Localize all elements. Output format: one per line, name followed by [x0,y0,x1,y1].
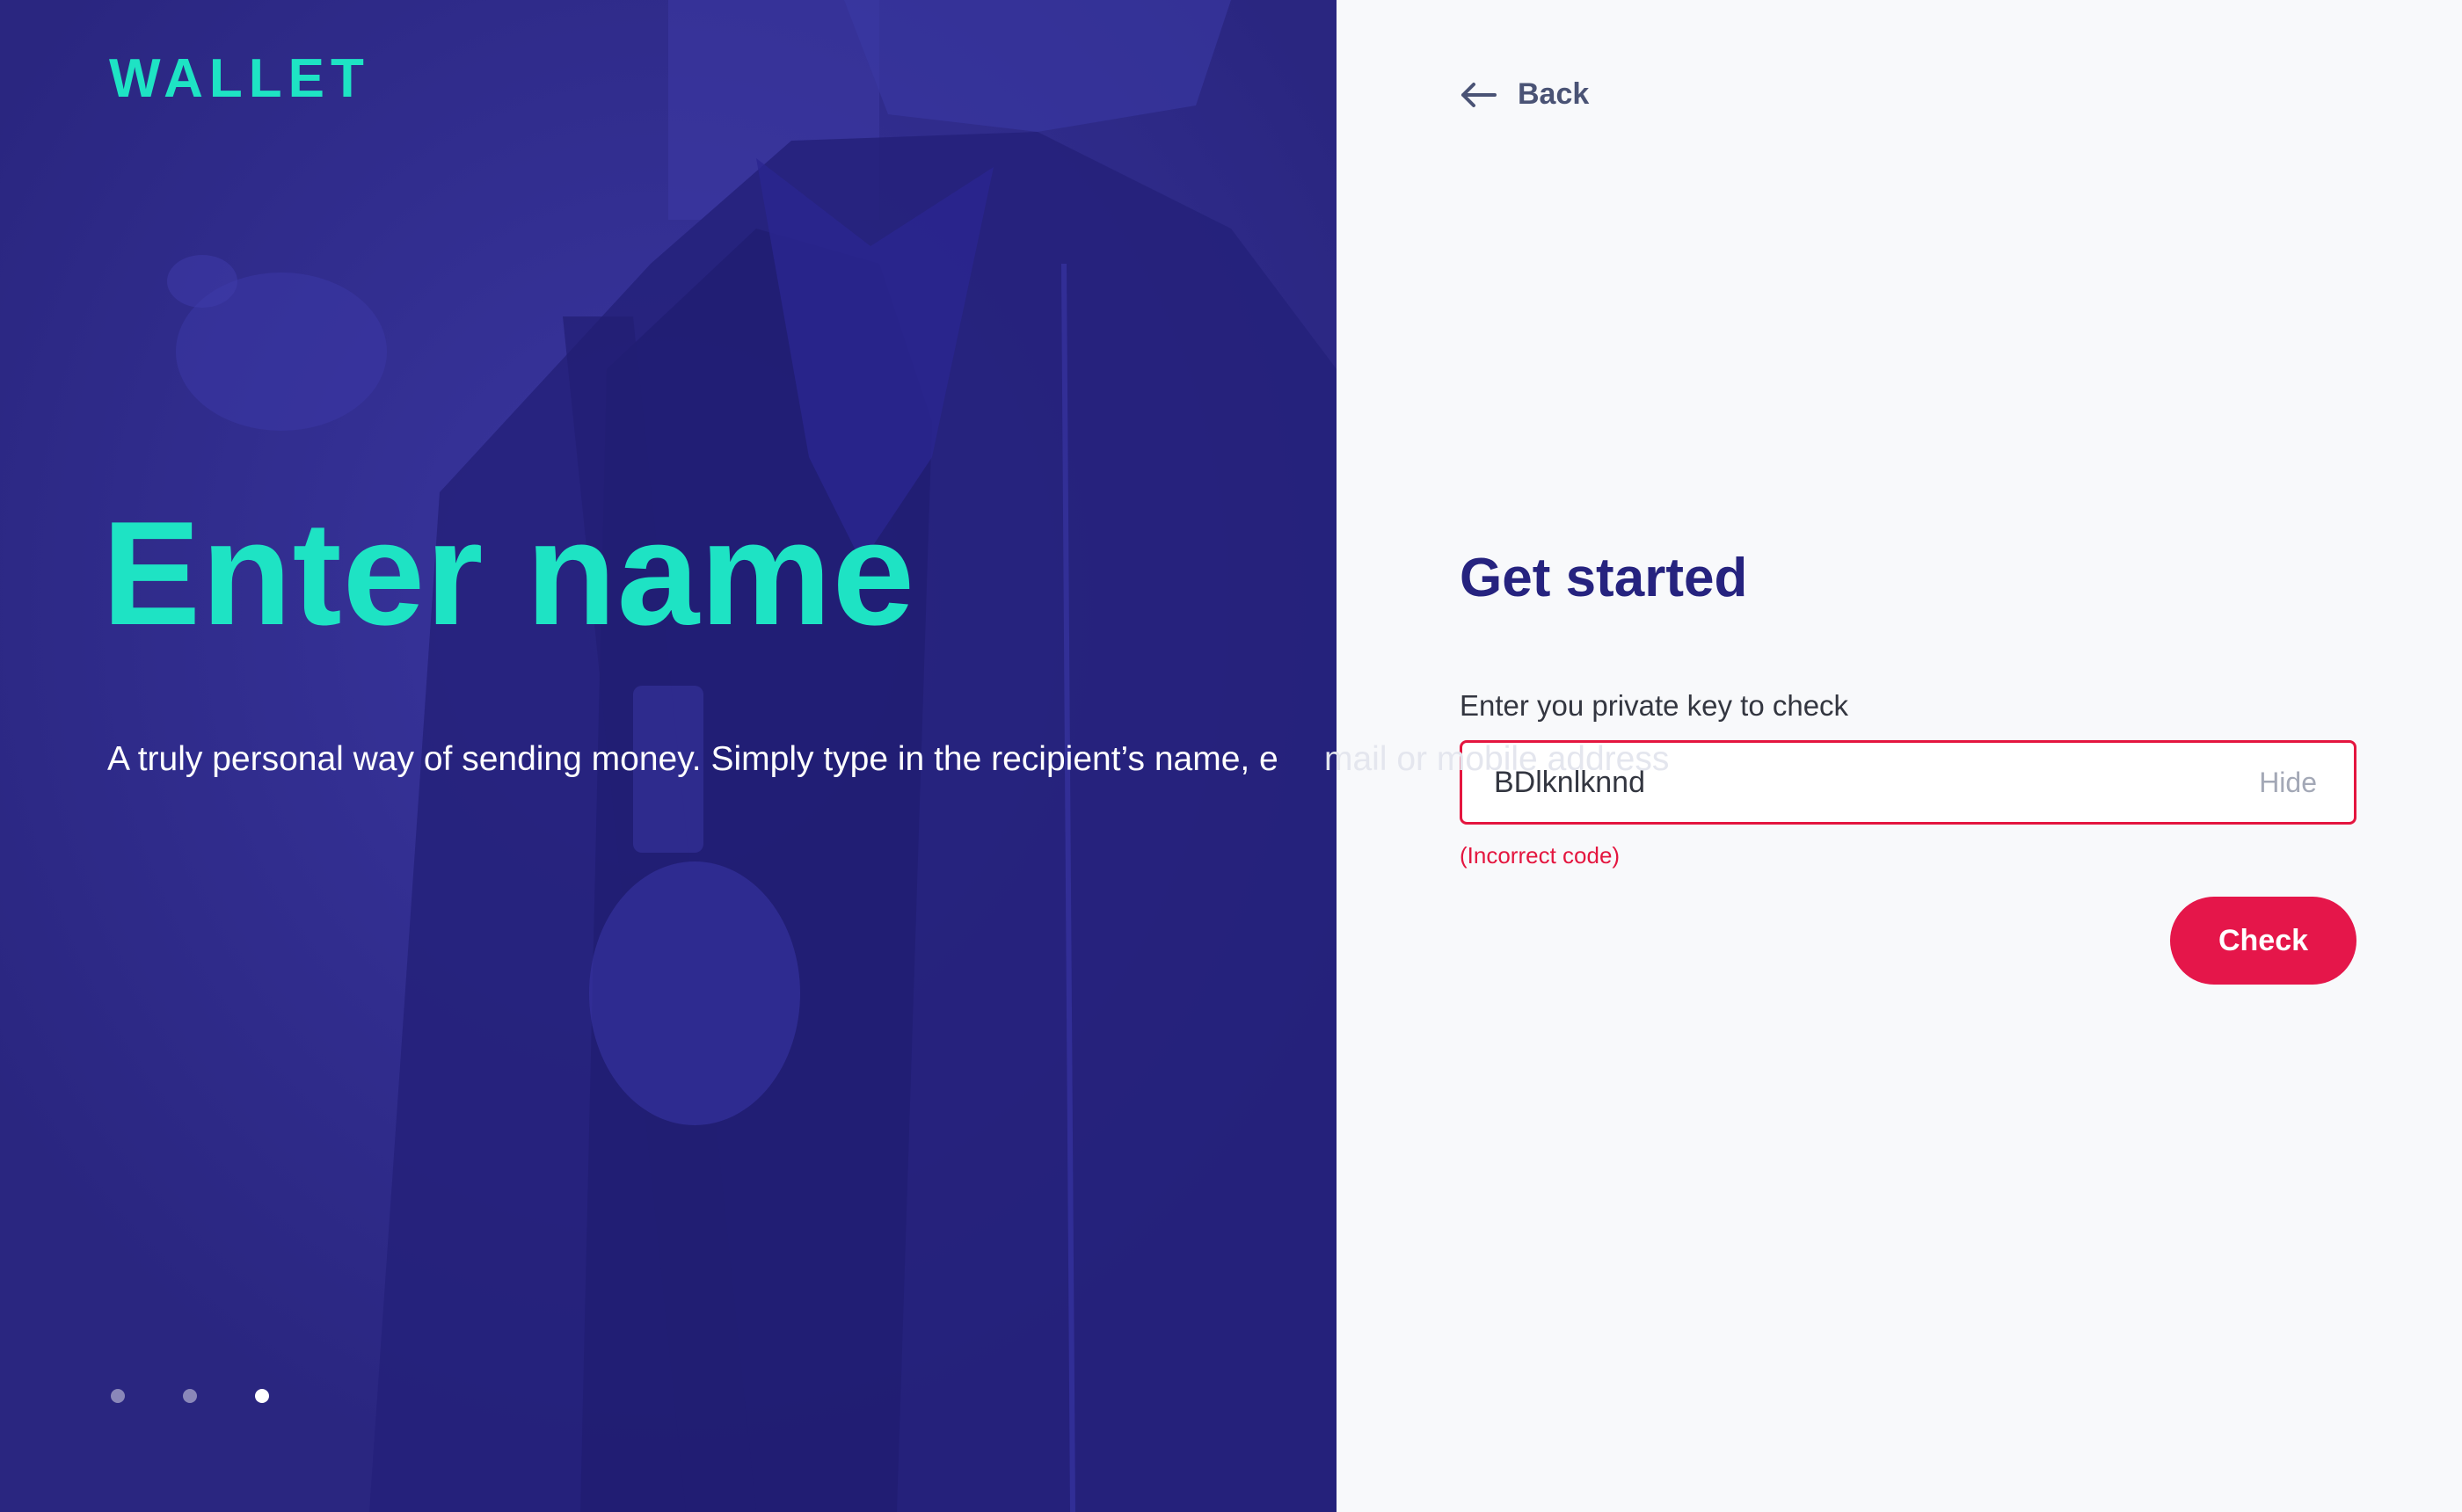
form-panel: Back Get started Enter you private key t… [1337,0,2462,1512]
private-key-input[interactable] [1462,743,2242,822]
hide-toggle[interactable]: Hide [2241,767,2354,799]
carousel-dot-2[interactable] [183,1389,197,1403]
hero-panel: WALLET Enter name A truly personal way o… [0,0,1337,1512]
hero-subtitle: A truly personal way of sending money. S… [107,740,1278,778]
private-key-field: Hide [1460,740,2356,825]
wallet-logo: WALLET [109,48,370,109]
hero-headline: Enter name [102,491,915,656]
carousel-dots [111,1389,269,1403]
back-button[interactable]: Back [1460,77,1589,112]
check-button[interactable]: Check [2170,897,2356,985]
carousel-dot-3-active[interactable] [255,1389,269,1403]
arrow-left-icon [1460,82,1497,108]
page-title: Get started [1460,548,1748,608]
back-label: Back [1518,77,1590,111]
private-key-label: Enter you private key to check [1460,689,1849,722]
page: WALLET Enter name A truly personal way o… [0,0,2462,1512]
carousel-dot-1[interactable] [111,1389,125,1403]
error-message: (Incorrect code) [1460,842,1621,869]
